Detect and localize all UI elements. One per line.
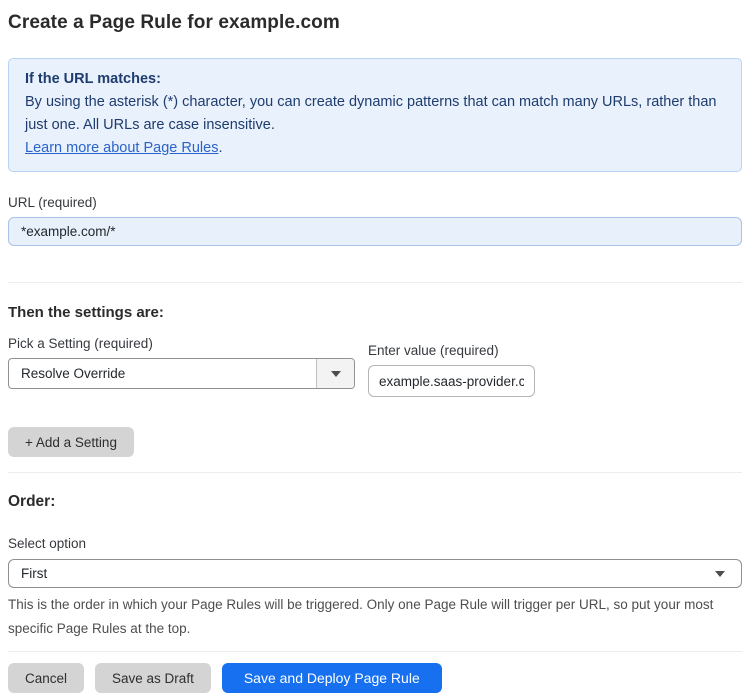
chevron-down-icon <box>715 570 725 577</box>
learn-more-link[interactable]: Learn more about Page Rules <box>25 140 218 156</box>
url-input[interactable] <box>8 217 742 246</box>
save-as-draft-button[interactable]: Save as Draft <box>95 663 211 693</box>
order-selected-value: First <box>21 566 48 581</box>
info-box-link-line: Learn more about Page Rules. <box>25 137 725 160</box>
section-divider <box>8 282 742 283</box>
page-title: Create a Page Rule for example.com <box>8 12 340 33</box>
footer-divider <box>8 651 742 652</box>
setting-picker-arrow-segment[interactable] <box>316 359 354 388</box>
setting-value-label: Enter value (required) <box>368 343 499 358</box>
section-divider <box>8 472 742 473</box>
setting-picker-label: Pick a Setting (required) <box>8 336 153 351</box>
order-help-text: This is the order in which your Page Rul… <box>8 597 714 636</box>
cancel-button[interactable]: Cancel <box>8 663 85 693</box>
setting-value-column: Enter value (required) <box>368 342 535 397</box>
setting-picker-selected-value: Resolve Override <box>21 366 126 381</box>
info-box-body: By using the asterisk (*) character, you… <box>25 94 717 133</box>
order-select-dropdown[interactable]: First <box>8 559 742 588</box>
setting-picker-dropdown[interactable]: Resolve Override <box>8 358 355 389</box>
settings-row: Pick a Setting (required) Resolve Overri… <box>8 335 742 397</box>
chevron-down-icon <box>330 370 341 377</box>
url-field-label: URL (required) <box>8 195 97 210</box>
create-page-rule-panel: Create a Page Rule for example.com If th… <box>0 0 750 693</box>
save-and-deploy-button[interactable]: Save and Deploy Page Rule <box>221 663 442 693</box>
link-period: . <box>218 140 223 156</box>
url-match-info-box: If the URL matches: By using the asteris… <box>8 58 742 172</box>
setting-picker-column: Pick a Setting (required) Resolve Overri… <box>8 335 355 389</box>
footer-button-row: Cancel Save as Draft Save and Deploy Pag… <box>8 663 742 693</box>
add-setting-button[interactable]: + Add a Setting <box>8 427 134 457</box>
order-select-label: Select option <box>8 536 87 551</box>
order-section-heading: Order: <box>8 493 56 510</box>
setting-value-input[interactable] <box>368 365 535 397</box>
settings-section-heading: Then the settings are: <box>8 304 164 321</box>
info-box-heading: If the URL matches: <box>25 71 161 87</box>
